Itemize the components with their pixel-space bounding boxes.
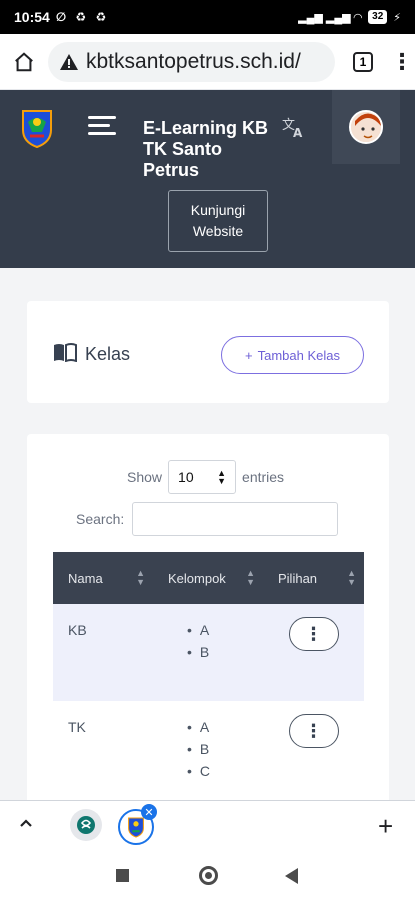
recents-icon[interactable] — [116, 869, 129, 882]
search-label: Search: — [76, 511, 125, 527]
browser-toolbar: kbtksantopetrus.sch.id/ 1 ⋮ — [0, 34, 415, 90]
column-header-nama[interactable]: Nama ▲ ▼ — [53, 552, 153, 604]
status-time: 10:54 — [14, 9, 50, 25]
sort-icon: ▲ ▼ — [136, 568, 145, 587]
entries-value: 10 — [178, 469, 194, 485]
svg-text:A: A — [293, 126, 303, 138]
new-tab-icon[interactable]: + — [378, 811, 393, 842]
warning-icon[interactable] — [60, 53, 78, 70]
main-content: Kelas + Tambah Kelas Show 10 ▲ ▼ entries … — [0, 268, 415, 800]
app-title: E-Learning KB TK Santo Petrus — [143, 118, 269, 180]
cell-kelompok: A B — [153, 604, 263, 701]
back-icon[interactable] — [285, 868, 298, 884]
sort-icon: ▲ ▼ — [246, 568, 255, 587]
translate-icon[interactable]: 文A — [282, 116, 306, 143]
avatar[interactable] — [349, 110, 383, 144]
column-label: Nama — [68, 570, 103, 586]
kelas-table-card: Show 10 ▲ ▼ entries Search: Nama ▲ ▼ Kelomp… — [27, 434, 389, 800]
cell-kelompok: A B C — [153, 701, 263, 800]
add-kelas-button[interactable]: + Tambah Kelas — [221, 336, 364, 374]
home-icon[interactable] — [10, 48, 38, 76]
column-label: Pilihan — [278, 570, 318, 586]
table-header-row: Nama ▲ ▼ Kelompok ▲ ▼ Pilihan ▲ ▼ — [53, 552, 364, 604]
school-logo[interactable] — [20, 108, 54, 149]
search-control: Search: — [76, 502, 339, 536]
cell-nama: TK — [53, 701, 153, 800]
url-text: kbtksantopetrus.sch.id/ — [86, 49, 301, 73]
tab-strip: ✕ + — [0, 800, 415, 852]
kelompok-item: A — [187, 716, 263, 738]
entries-select[interactable]: 10 ▲ ▼ — [168, 460, 237, 494]
chevron-up-icon[interactable] — [18, 815, 34, 836]
column-label: Kelompok — [168, 570, 226, 586]
book-icon — [53, 342, 77, 367]
close-tab-icon[interactable]: ✕ — [141, 804, 157, 820]
add-kelas-label: Tambah Kelas — [257, 347, 340, 363]
row-options-button[interactable]: ⋮ — [288, 714, 339, 748]
show-label: Show — [127, 469, 163, 485]
charging-icon: ⚡ — [393, 11, 401, 24]
battery-icon: 32 — [368, 10, 388, 24]
status-bar: 10:54 ∅ ♻ ♻ ▂▄▆ ▂▄▆ ◠ 32 ⚡ — [0, 0, 415, 34]
plus-icon: + — [245, 347, 253, 363]
kelompok-item: C — [187, 760, 263, 782]
table-row: TK A B C ⋮ — [53, 701, 364, 800]
table-row: KB A B ⋮ — [53, 604, 364, 701]
kelompok-item: B — [187, 738, 263, 760]
status-right: ▂▄▆ ▂▄▆ ◠ 32 ⚡ — [298, 10, 401, 24]
sort-icon: ▲ ▼ — [347, 568, 356, 587]
signal-icon: ▂▄▆ ▂▄▆ ◠ — [298, 11, 363, 24]
row-options-button[interactable]: ⋮ — [288, 617, 339, 651]
kelompok-item: B — [187, 641, 263, 663]
kelompok-item: A — [187, 619, 263, 641]
browser-menu-icon[interactable]: ⋮ — [391, 49, 413, 75]
cell-nama: KB — [53, 604, 153, 701]
menu-hamburger-icon[interactable] — [88, 116, 116, 136]
kelas-header-card: Kelas + Tambah Kelas — [27, 301, 389, 403]
url-field[interactable]: kbtksantopetrus.sch.id/ — [48, 41, 335, 82]
entries-label: entries — [242, 469, 285, 485]
notification-icons: ∅ ♻ ♻ — [55, 10, 110, 24]
tab-switcher-button[interactable]: 1 — [353, 51, 373, 72]
column-header-kelompok[interactable]: Kelompok ▲ ▼ — [153, 552, 263, 604]
search-input[interactable] — [132, 502, 339, 536]
cell-pilihan: ⋮ — [263, 701, 364, 800]
chevron-updown-icon: ▲ ▼ — [217, 468, 227, 486]
entries-control: Show 10 ▲ ▼ entries — [127, 460, 284, 494]
cell-pilihan: ⋮ — [263, 604, 364, 701]
kelas-table: Nama ▲▼ Kelompok ▲▼ Pilihan ▲▼ KB A B ⋮ — [53, 552, 364, 800]
system-nav-bar — [0, 852, 415, 900]
user-menu[interactable] — [332, 90, 400, 164]
app-header: E-Learning KB TK Santo Petrus 文A Kunjung… — [0, 90, 415, 268]
page-title: Kelas — [53, 342, 130, 367]
page-title-text: Kelas — [85, 344, 131, 364]
visit-website-button[interactable]: Kunjungi Website — [168, 190, 268, 252]
column-header-pilihan[interactable]: Pilihan ▲ ▼ — [263, 552, 364, 604]
tab-favicon[interactable] — [70, 809, 102, 841]
home-nav-icon[interactable] — [199, 866, 218, 885]
